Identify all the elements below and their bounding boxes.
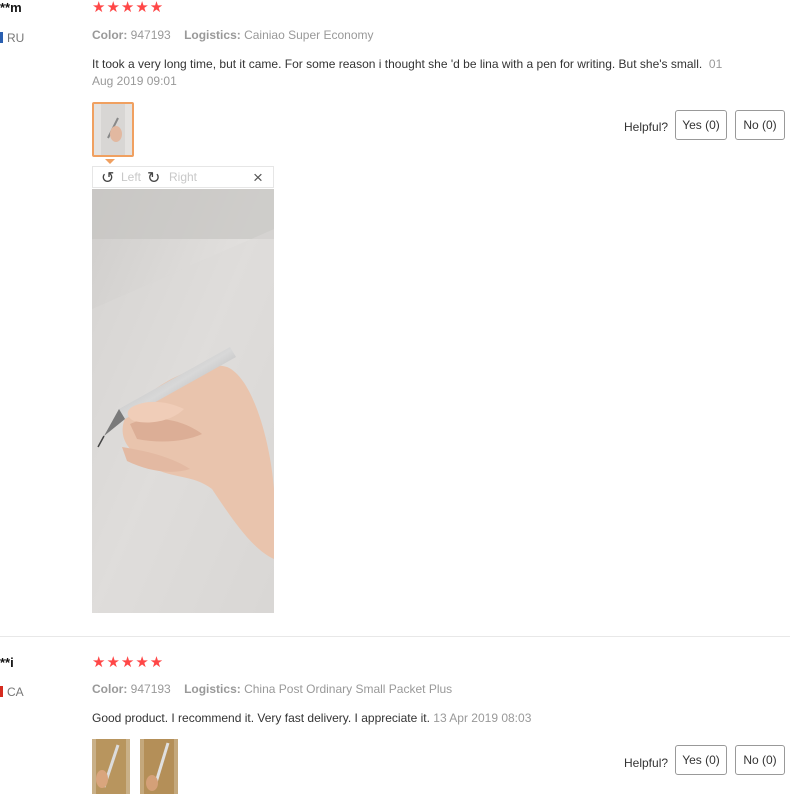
photo-hand-pen-image — [94, 104, 132, 155]
review-photo-thumbnail[interactable] — [140, 739, 178, 794]
review-photo-thumbnail[interactable] — [92, 102, 134, 157]
reviewer-name: **i — [0, 655, 14, 670]
review-meta: Color: 947193 Logistics: Cainiao Super E… — [92, 28, 373, 42]
logistics-label: Logistics: — [184, 28, 241, 42]
review-photo-thumbnail[interactable] — [92, 739, 130, 794]
rotate-right-icon[interactable]: ↻ — [147, 168, 160, 188]
star-rating: ★★★★★ — [92, 0, 165, 16]
review-body: Good product. I recommend it. Very fast … — [92, 711, 430, 725]
review-date: 13 Apr 2019 08:03 — [433, 711, 532, 725]
rotate-left-label[interactable]: Left — [121, 170, 141, 184]
helpful-no-button[interactable]: No (0) — [735, 110, 785, 140]
reviewer-country: RU — [0, 31, 24, 45]
photo-pen-image — [92, 739, 130, 794]
photo-pen-image — [140, 739, 178, 794]
color-value: 947193 — [130, 28, 171, 42]
star-rating: ★★★★★ — [92, 654, 165, 671]
flag-icon — [0, 686, 3, 697]
helpful-yes-button[interactable]: Yes (0) — [675, 110, 727, 140]
helpful-no-button[interactable]: No (0) — [735, 745, 785, 775]
review-photo-large — [92, 189, 274, 613]
logistics-label: Logistics: — [184, 682, 241, 696]
logistics-value: China Post Ordinary Small Packet Plus — [244, 682, 453, 696]
country-code: CA — [7, 685, 24, 699]
rotate-left-icon[interactable]: ↺ — [101, 168, 114, 188]
helpful-yes-button[interactable]: Yes (0) — [675, 745, 727, 775]
helpful-label: Helpful? — [624, 120, 669, 134]
photo-hand-pen-large-image — [92, 189, 274, 613]
review-body: It took a very long time, but it came. F… — [92, 57, 703, 71]
color-value: 947193 — [130, 682, 171, 696]
color-label: Color: — [92, 682, 128, 696]
logistics-value: Cainiao Super Economy — [244, 28, 374, 42]
reviewer-country: CA — [0, 685, 24, 699]
country-code: RU — [7, 31, 25, 45]
image-viewer-toolbar: ↺ Left ↻ Right × — [92, 166, 274, 188]
review-divider — [0, 636, 790, 637]
close-icon[interactable]: × — [253, 168, 263, 188]
flag-icon — [0, 32, 3, 43]
reviewer-name: **m — [0, 0, 22, 15]
review-meta: Color: 947193 Logistics: China Post Ordi… — [92, 682, 452, 696]
review-text: It took a very long time, but it came. F… — [92, 56, 732, 90]
review-text: Good product. I recommend it. Very fast … — [92, 710, 732, 727]
color-label: Color: — [92, 28, 128, 42]
thumbnail-pointer — [105, 159, 115, 164]
helpful-label: Helpful? — [624, 756, 669, 770]
rotate-right-label[interactable]: Right — [169, 170, 197, 184]
